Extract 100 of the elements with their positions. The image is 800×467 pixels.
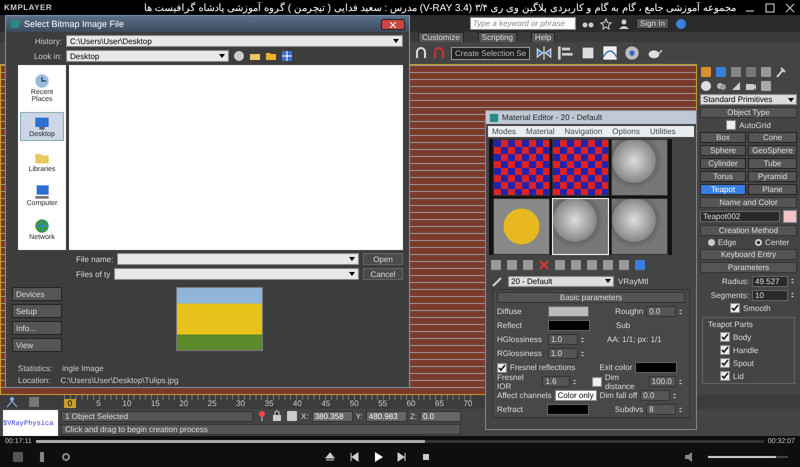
- star-icon[interactable]: [600, 18, 612, 30]
- menu-item[interactable]: Utilities: [650, 127, 676, 136]
- object-type-button[interactable]: Tube: [748, 158, 797, 169]
- dropdown-arrow-icon[interactable]: [219, 54, 225, 58]
- hammer-icon[interactable]: [775, 66, 787, 78]
- dropdown-arrow-icon[interactable]: [393, 39, 399, 43]
- shapes-icon[interactable]: [715, 80, 727, 92]
- coordinate-field[interactable]: 480.983: [366, 410, 407, 422]
- number-field[interactable]: 10: [752, 290, 788, 300]
- category-dropdown[interactable]: Standard Primitives: [700, 94, 797, 105]
- object-type-button[interactable]: Cylinder: [700, 158, 746, 169]
- open-button[interactable]: Open: [363, 253, 403, 265]
- user-icon[interactable]: [618, 18, 630, 30]
- cancel-button[interactable]: Cancel: [363, 268, 403, 280]
- checkbox[interactable]: [726, 120, 736, 130]
- history-dropdown[interactable]: C:\Users\User\Desktop: [66, 35, 403, 47]
- material-sample-slot[interactable]: [493, 198, 550, 255]
- figure-icon[interactable]: [6, 396, 18, 408]
- render-setup-icon[interactable]: [624, 45, 640, 61]
- dialog-button[interactable]: Devices: [12, 287, 62, 301]
- checkbox[interactable]: [720, 371, 730, 381]
- settings-icon[interactable]: [60, 450, 72, 462]
- number-field[interactable]: 49.527: [752, 276, 788, 286]
- menu-item[interactable]: Modes: [492, 127, 516, 136]
- menu-item[interactable]: Options: [612, 127, 640, 136]
- sign-in-button[interactable]: Sign In: [636, 18, 669, 29]
- dropdown-arrow-icon[interactable]: [605, 279, 611, 283]
- align-icon[interactable]: [558, 45, 574, 61]
- number-field[interactable]: 0.0: [640, 390, 670, 401]
- object-name-field[interactable]: Teapot002: [700, 211, 780, 222]
- number-field[interactable]: 8: [646, 404, 676, 415]
- lock-icon[interactable]: [271, 410, 284, 422]
- checkbox[interactable]: [730, 303, 740, 313]
- dropdown-arrow-icon[interactable]: [349, 272, 355, 276]
- number-field[interactable]: 1.6: [542, 376, 570, 387]
- color-swatch[interactable]: [548, 306, 590, 317]
- color-swatch[interactable]: [547, 404, 590, 415]
- file-name-field[interactable]: [117, 253, 359, 265]
- channels-dropdown[interactable]: Color only: [554, 390, 597, 401]
- dialog-button[interactable]: View: [12, 338, 62, 352]
- eyedropper-icon[interactable]: [492, 275, 504, 287]
- close-icon[interactable]: [784, 2, 796, 14]
- material-sample-slot[interactable]: [611, 139, 668, 196]
- selection-set-dropdown[interactable]: Create Selection Se: [451, 46, 530, 60]
- object-type-button[interactable]: Cone: [748, 132, 797, 143]
- coordinate-field[interactable]: 0.0: [420, 410, 462, 422]
- number-field[interactable]: 1.0: [548, 348, 578, 359]
- color-swatch[interactable]: [783, 210, 797, 223]
- material-sample-slot[interactable]: [611, 198, 668, 255]
- number-field[interactable]: 0.0: [646, 306, 676, 317]
- object-type-button[interactable]: GeoSphere: [748, 145, 797, 156]
- object-type-button[interactable]: Teapot: [700, 184, 746, 195]
- dropdown-arrow-icon[interactable]: [349, 257, 355, 261]
- geometry-icon[interactable]: [700, 80, 712, 92]
- object-type-button[interactable]: Torus: [700, 171, 746, 182]
- curve-editor-icon[interactable]: [602, 45, 618, 61]
- dialog-button[interactable]: Setup: [12, 304, 62, 318]
- object-type-button[interactable]: Plane: [748, 184, 797, 195]
- menu-item[interactable]: Navigation: [564, 127, 602, 136]
- seek-bar[interactable]: [36, 440, 764, 442]
- new-folder-icon[interactable]: [265, 50, 277, 62]
- light-icon[interactable]: [730, 80, 742, 92]
- checkbox[interactable]: [592, 376, 602, 386]
- magnet-icon[interactable]: [415, 47, 427, 59]
- radio-label: Edge: [718, 238, 736, 247]
- create-tab-icon[interactable]: [700, 66, 712, 78]
- previous-icon[interactable]: [348, 450, 360, 462]
- radio-button[interactable]: [708, 239, 715, 246]
- checkbox[interactable]: [497, 362, 507, 372]
- number-field[interactable]: 100.0: [648, 376, 676, 387]
- look-in-dropdown[interactable]: Desktop: [66, 50, 229, 62]
- param-label: Reflect: [497, 321, 523, 330]
- object-type-button[interactable]: Sphere: [700, 145, 746, 156]
- maximize-icon[interactable]: [764, 2, 776, 14]
- checkbox[interactable]: [720, 332, 730, 342]
- object-type-button[interactable]: Pyramid: [748, 171, 797, 182]
- color-swatch[interactable]: [635, 362, 678, 373]
- search-field[interactable]: Type a keyword or phrase: [470, 17, 576, 30]
- close-button[interactable]: [381, 18, 405, 30]
- mirror-icon[interactable]: [536, 45, 552, 61]
- color-swatch[interactable]: [548, 320, 590, 331]
- object-type-button[interactable]: Box: [700, 132, 746, 143]
- next-icon[interactable]: [396, 450, 408, 462]
- view-menu-icon[interactable]: [281, 50, 293, 62]
- coordinate-field[interactable]: 380.358: [312, 410, 353, 422]
- dialog-button[interactable]: Info...: [12, 321, 62, 335]
- radio-button[interactable]: [755, 239, 762, 246]
- menu-item[interactable]: Material: [526, 127, 554, 136]
- checkbox[interactable]: [720, 358, 730, 368]
- menu-item[interactable]: Customize: [418, 32, 464, 42]
- menu-item[interactable]: Help: [530, 32, 556, 42]
- checkbox-label: Dim distance: [604, 372, 636, 390]
- material-name-field[interactable]: 20 - Default: [508, 276, 614, 286]
- number-field[interactable]: 1.0: [548, 334, 578, 345]
- help-icon[interactable]: [674, 18, 687, 30]
- eject-icon[interactable]: [324, 450, 336, 462]
- checkbox[interactable]: [720, 345, 730, 355]
- menu-item[interactable]: Scripting: [478, 32, 517, 42]
- dropdown-arrow-icon[interactable]: [788, 98, 794, 102]
- play-icon[interactable]: [372, 450, 384, 462]
